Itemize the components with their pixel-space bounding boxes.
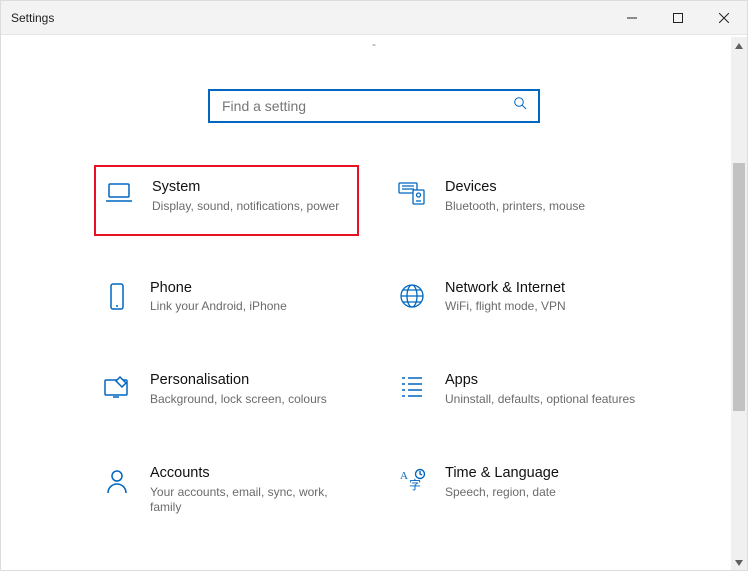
apps-icon xyxy=(395,374,429,398)
window-title: Settings xyxy=(1,11,54,25)
search-input[interactable] xyxy=(220,97,513,115)
close-icon xyxy=(719,13,729,23)
tile-title: Apps xyxy=(445,372,646,389)
tile-desc: Background, lock screen, colours xyxy=(150,392,351,407)
tile-apps[interactable]: Apps Uninstall, defaults, optional featu… xyxy=(389,366,654,413)
svg-text:A: A xyxy=(400,470,408,482)
accounts-icon xyxy=(100,467,134,495)
vertical-scrollbar[interactable] xyxy=(731,37,747,571)
search-icon xyxy=(513,96,528,116)
minimize-button[interactable] xyxy=(609,1,655,34)
tile-title: Accounts xyxy=(150,465,351,482)
tile-time-language[interactable]: A字 Time & Language Speech, region, date xyxy=(389,459,654,521)
maximize-button[interactable] xyxy=(655,1,701,34)
tile-desc: Display, sound, notifications, power xyxy=(152,199,349,214)
subtitle-placeholder: - xyxy=(1,37,747,45)
tile-system[interactable]: System Display, sound, notifications, po… xyxy=(94,165,359,236)
tile-desc: WiFi, flight mode, VPN xyxy=(445,299,646,314)
tile-desc: Link your Android, iPhone xyxy=(150,299,351,314)
tile-phone[interactable]: Phone Link your Android, iPhone xyxy=(94,274,359,321)
laptop-icon xyxy=(102,181,136,205)
titlebar: Settings xyxy=(1,1,747,35)
window-controls xyxy=(609,1,747,34)
tile-title: Network & Internet xyxy=(445,280,646,297)
tile-title: Personalisation xyxy=(150,372,351,389)
personalisation-icon xyxy=(100,374,134,400)
minimize-icon xyxy=(627,13,637,23)
tile-title: System xyxy=(152,179,349,196)
category-grid: System Display, sound, notifications, po… xyxy=(94,173,654,521)
tile-desc: Speech, region, date xyxy=(445,485,646,500)
tile-desc: Bluetooth, printers, mouse xyxy=(445,199,646,214)
tile-title: Devices xyxy=(445,179,646,196)
phone-icon xyxy=(100,282,134,312)
search-row xyxy=(1,89,747,123)
tile-desc: Your accounts, email, sync, work, family xyxy=(150,485,351,515)
close-button[interactable] xyxy=(701,1,747,34)
svg-text:字: 字 xyxy=(409,477,421,492)
scroll-up-arrow-icon[interactable] xyxy=(731,37,747,55)
time-language-icon: A字 xyxy=(395,467,429,493)
tile-personalisation[interactable]: Personalisation Background, lock screen,… xyxy=(94,366,359,413)
scrollbar-track[interactable] xyxy=(733,55,745,554)
tile-title: Time & Language xyxy=(445,465,646,482)
tile-title: Phone xyxy=(150,280,351,297)
tile-accounts[interactable]: Accounts Your accounts, email, sync, wor… xyxy=(94,459,359,521)
tile-devices[interactable]: Devices Bluetooth, printers, mouse xyxy=(389,173,654,228)
settings-window: Settings - xyxy=(0,0,748,571)
scrollbar-thumb[interactable] xyxy=(733,163,745,411)
search-box[interactable] xyxy=(208,89,540,123)
maximize-icon xyxy=(673,13,683,23)
settings-body: - System Display, sound, notifications, … xyxy=(1,37,747,571)
devices-icon xyxy=(395,181,429,207)
tile-network[interactable]: Network & Internet WiFi, flight mode, VP… xyxy=(389,274,654,321)
scroll-down-arrow-icon[interactable] xyxy=(731,554,747,571)
globe-icon xyxy=(395,282,429,310)
tile-desc: Uninstall, defaults, optional features xyxy=(445,392,646,407)
